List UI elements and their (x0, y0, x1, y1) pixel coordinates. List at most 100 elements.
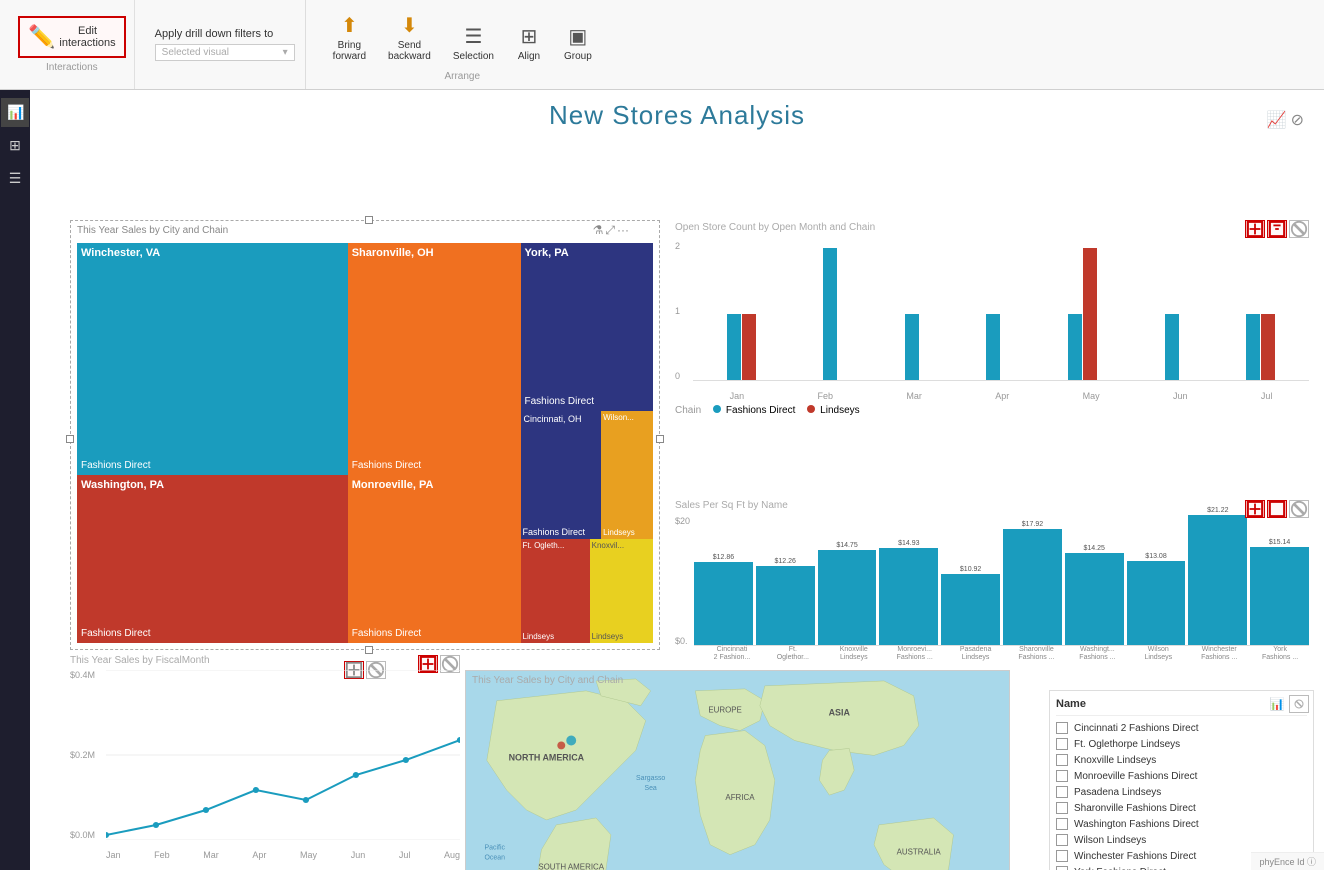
map-label-asia: ASIA (829, 708, 851, 718)
page-title-area: New Stores Analysis (30, 90, 1324, 131)
filter-item-3[interactable]: Monroeville Fashions Direct (1056, 768, 1307, 784)
lc-x-mar: Mar (203, 850, 219, 860)
canvas-no-icon[interactable]: ⊘ (1291, 110, 1304, 130)
edit-interactions-label: Edit interactions (59, 25, 115, 49)
lc-x-may: May (300, 850, 317, 860)
legend-fashions-label: Fashions Direct (726, 405, 795, 416)
sidebar-icon-grid[interactable]: ⊞ (1, 131, 29, 160)
filter-item-4[interactable]: Pasadena Lindseys (1056, 784, 1307, 800)
selected-visual-dropdown[interactable]: Selected visual ▾ (155, 44, 295, 61)
filter-checkbox-1[interactable] (1056, 738, 1068, 750)
tm-ftogleth-city: Ft. Ogleth... (521, 539, 590, 552)
map-dot-1 (566, 736, 576, 746)
filter-checkbox-5[interactable] (1056, 802, 1068, 814)
sqft-x-labels: Cincinnati2 Fashion... Ft.Oglethor... Kn… (703, 646, 1309, 661)
dropdown-chevron-icon: ▾ (283, 47, 288, 58)
edit-interactions-button[interactable]: ✏️ Edit interactions (18, 16, 126, 58)
filter-checkbox-3[interactable] (1056, 770, 1068, 782)
treemap-filter-icon[interactable]: ⚗ (593, 223, 604, 238)
filter-checkbox-7[interactable] (1056, 834, 1068, 846)
bar-may-lindseys (1083, 248, 1097, 380)
sqft-y-top: $20 (675, 516, 690, 526)
sqft-drill-button[interactable] (1245, 500, 1265, 518)
filter-panel-chart-icon[interactable]: 📊 (1267, 695, 1287, 713)
treemap-handle-right[interactable] (656, 435, 664, 443)
filter-item-0[interactable]: Cincinnati 2 Fashions Direct (1056, 720, 1307, 736)
group-button[interactable]: ▣ Group (557, 19, 599, 67)
bar-mar (905, 314, 919, 380)
filter-label-0: Cincinnati 2 Fashions Direct (1074, 723, 1199, 734)
sqft-y-bottom: $0. (675, 636, 690, 646)
lc-x-jun: Jun (351, 850, 366, 860)
filter-panel-name-label: Name (1056, 698, 1086, 710)
map-container: This Year Sales by City and Chain NORTH (465, 670, 1010, 870)
treemap-handle-top[interactable] (365, 216, 373, 224)
legend-chain-label: Chain (675, 405, 701, 416)
filter-checkbox-9[interactable] (1056, 866, 1068, 870)
filter-checkbox-8[interactable] (1056, 850, 1068, 862)
page-title: New Stores Analysis (30, 100, 1324, 131)
sqft-bar-york: $15.14 (1250, 539, 1309, 645)
bar-chart-1-filter-button[interactable] (1267, 220, 1287, 238)
sqft-bar-ft-oglethorpe: $12.26 (756, 558, 815, 645)
y-label-0: 0 (675, 371, 687, 381)
tm-cell-washington: Washington, PA Fashions Direct (77, 475, 348, 643)
tm-sharonville-chain: Fashions Direct (352, 460, 421, 471)
treemap-container[interactable]: This Year Sales by City and Chain ⚗ ⤢ ··… (70, 220, 660, 650)
filter-item-1[interactable]: Ft. Oglethorpe Lindseys (1056, 736, 1307, 752)
filter-item-7[interactable]: Wilson Lindseys (1056, 832, 1307, 848)
bar-may-fashions (1068, 314, 1082, 380)
lc-x-jul: Jul (399, 850, 411, 860)
bar-jan-lindseys (742, 314, 756, 380)
tm-knoxville-chain: Lindseys (592, 632, 624, 641)
edit-interactions-icon: ✏️ (28, 24, 55, 50)
bar-chart-1-no-filter-button[interactable] (1289, 220, 1309, 238)
sqft-x-york: YorkFashions ... (1251, 646, 1309, 661)
lc-x-apr: Apr (252, 850, 266, 860)
x-apr: Apr (995, 391, 1009, 401)
send-backward-button[interactable]: ⬇ Send backward (381, 8, 438, 67)
treemap-more-icon[interactable]: ··· (617, 223, 629, 238)
filter-item-2[interactable]: Knoxville Lindseys (1056, 752, 1307, 768)
y-label-1: 1 (675, 306, 687, 316)
sqft-x-sharonville: SharonvilleFashions ... (1008, 646, 1066, 661)
bar-chart-1-bars (693, 241, 1309, 381)
legend-lindseys-dot (807, 405, 815, 413)
sqft-x-ft-oglethorpe: Ft.Oglethor... (764, 646, 822, 661)
align-button[interactable]: ⊞ Align (509, 19, 549, 67)
sqft-y-axis: $20 $0. (675, 516, 692, 646)
sqft-filter-button[interactable] (1267, 500, 1287, 518)
tm-monroeville-chain: Fashions Direct (352, 628, 421, 639)
filter-item-6[interactable]: Washington Fashions Direct (1056, 816, 1307, 832)
sqft-bar-knoxville: $14.75 (818, 542, 877, 645)
status-text: phyEnce Id ⓘ (1259, 857, 1316, 867)
tm-washington-chain: Fashions Direct (81, 628, 150, 639)
filter-checkbox-4[interactable] (1056, 786, 1068, 798)
filter-item-5[interactable]: Sharonville Fashions Direct (1056, 800, 1307, 816)
selection-button[interactable]: ☰ Selection (446, 19, 501, 67)
tm-winchester-city: Winchester, VA (77, 243, 348, 263)
filter-checkbox-2[interactable] (1056, 754, 1068, 766)
filter-label-1: Ft. Oglethorpe Lindseys (1074, 739, 1180, 750)
bar-chart-1-drill-button[interactable] (1245, 220, 1265, 238)
tm-washington-city: Washington, PA (77, 475, 348, 495)
filter-checkbox-0[interactable] (1056, 722, 1068, 734)
filter-panel-no-filter[interactable] (1289, 695, 1309, 713)
sqft-bars-area: $20 $0. $12.86 $12.26 $14.75 $14.93 (675, 516, 1309, 646)
filter-label-7: Wilson Lindseys (1074, 835, 1146, 846)
interactions-section-label: Interactions (46, 62, 98, 73)
bring-forward-button[interactable]: ⬆ Bring forward (326, 8, 373, 67)
sidebar-icon-list[interactable]: ☰ (1, 164, 29, 193)
treemap-expand-icon[interactable]: ⤢ (605, 223, 615, 238)
sqft-x-knoxville: KnoxvilleLindseys (825, 646, 883, 661)
canvas-chart-icon[interactable]: 📈 (1267, 110, 1287, 130)
treemap-handle-left[interactable] (66, 435, 74, 443)
treemap-handle-bottom[interactable] (365, 646, 373, 654)
line-chart-title: This Year Sales by FiscalMonth (70, 655, 460, 666)
bar-chart-1-legend: Chain Fashions Direct Lindseys (675, 405, 1309, 416)
sidebar-icon-chart[interactable]: 📊 (1, 98, 29, 127)
filter-checkbox-6[interactable] (1056, 818, 1068, 830)
sqft-bar-sharonville: $17.92 (1003, 521, 1062, 645)
sqft-no-filter-button[interactable] (1289, 500, 1309, 518)
map-svg: NORTH AMERICA SOUTH AMERICA EUROPE AFRIC… (466, 671, 1009, 870)
